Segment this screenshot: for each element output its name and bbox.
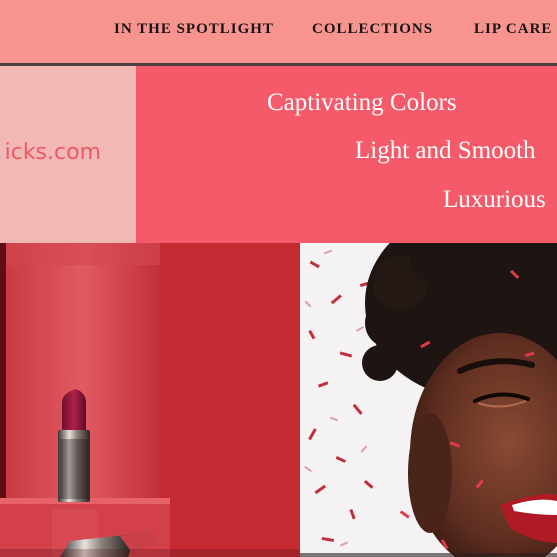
site-logo-text[interactable]: icks.com	[5, 140, 101, 165]
tagline-panel: Captivating Colors Light and Smooth Luxu…	[136, 66, 557, 243]
logo-panel: icks.com	[0, 66, 136, 243]
tagline-light-and-smooth: Light and Smooth	[355, 137, 536, 164]
tagline-captivating-colors: Captivating Colors	[267, 89, 457, 116]
woman-smiling-with-confetti-photo	[300, 243, 557, 557]
nav-item-in-the-spotlight[interactable]: IN THE SPOTLIGHT	[114, 21, 274, 38]
lipstick-product-photo	[0, 243, 300, 557]
lipstick-photo-illustration	[0, 243, 300, 557]
nav-item-collections[interactable]: COLLECTIONS	[312, 21, 433, 38]
tagline-luxurious: Luxurious	[443, 186, 546, 213]
nav-item-lip-care[interactable]: LIP CARE	[474, 21, 552, 38]
woman-photo-illustration	[300, 243, 557, 557]
top-navigation-bar: IN THE SPOTLIGHT COLLECTIONS LIP CARE	[0, 0, 557, 66]
